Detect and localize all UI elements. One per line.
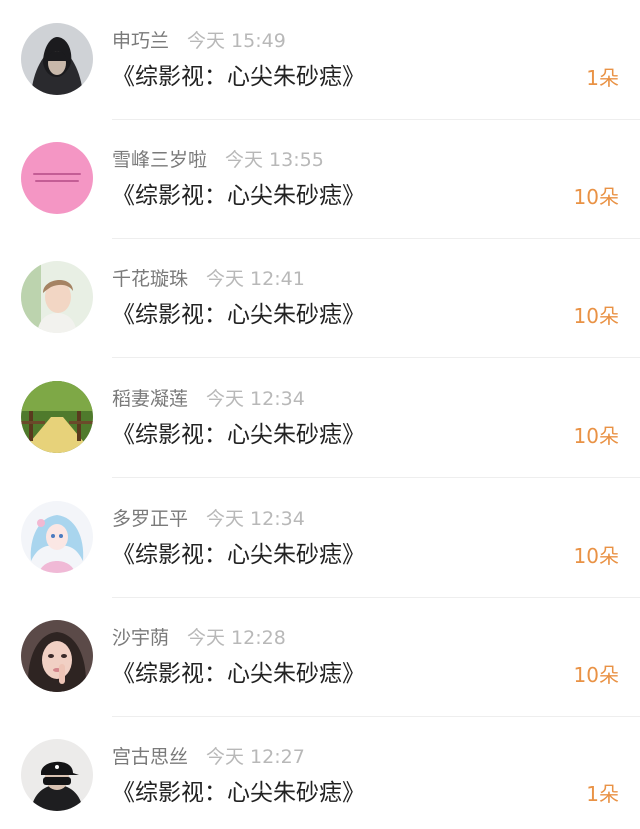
timestamp: 今天 12:34 bbox=[206, 388, 305, 410]
timestamp: 今天 12:28 bbox=[187, 627, 286, 649]
gift-record-list: 申巧兰 今天 15:49 《综影视：心尖朱砂痣》 1朵 雪峰三岁啦 今天 13:55… bbox=[0, 0, 640, 829]
book-title[interactable]: 《综影视：心尖朱砂痣》 bbox=[112, 60, 365, 94]
list-item[interactable]: 雪峰三岁啦 今天 13:55 《综影视：心尖朱砂痣》 10朵 bbox=[0, 119, 640, 239]
username[interactable]: 宫古思丝 bbox=[112, 746, 188, 768]
list-item[interactable]: 沙宇荫 今天 12:28 《综影视：心尖朱砂痣》 10朵 bbox=[0, 597, 640, 717]
gift-count: 1朵 bbox=[586, 782, 619, 806]
book-title[interactable]: 《综影视：心尖朱砂痣》 bbox=[112, 179, 365, 213]
list-item[interactable]: 稻妻凝莲 今天 12:34 《综影视：心尖朱砂痣》 10朵 bbox=[0, 358, 640, 478]
avatar-hooded-figure bbox=[21, 23, 93, 95]
timestamp: 今天 13:55 bbox=[225, 149, 324, 171]
avatar-pink-text-card bbox=[21, 142, 93, 214]
username[interactable]: 沙宇荫 bbox=[112, 627, 169, 649]
username[interactable]: 多罗正平 bbox=[112, 508, 188, 530]
username[interactable]: 雪峰三岁啦 bbox=[112, 149, 207, 171]
item-meta: 千花璇珠 今天 12:41 bbox=[112, 266, 305, 292]
item-meta: 宫古思丝 今天 12:27 bbox=[112, 744, 305, 770]
book-title[interactable]: 《综影视：心尖朱砂痣》 bbox=[112, 298, 365, 332]
book-title[interactable]: 《综影视：心尖朱砂痣》 bbox=[112, 657, 365, 691]
item-meta: 雪峰三岁啦 今天 13:55 bbox=[112, 147, 324, 173]
gift-count: 10朵 bbox=[573, 663, 619, 687]
avatar-girl-selfie bbox=[21, 620, 93, 692]
username[interactable]: 申巧兰 bbox=[112, 30, 169, 52]
avatar-cap-figure bbox=[21, 739, 93, 811]
user-avatar[interactable] bbox=[21, 261, 93, 333]
gift-count: 1朵 bbox=[586, 66, 619, 90]
list-item[interactable]: 多罗正平 今天 12:34 《综影视：心尖朱砂痣》 10朵 bbox=[0, 478, 640, 598]
username[interactable]: 稻妻凝莲 bbox=[112, 388, 188, 410]
book-title[interactable]: 《综影视：心尖朱砂痣》 bbox=[112, 538, 365, 572]
timestamp: 今天 15:49 bbox=[187, 30, 286, 52]
timestamp: 今天 12:41 bbox=[206, 268, 305, 290]
list-item[interactable]: 千花璇珠 今天 12:41 《综影视：心尖朱砂痣》 10朵 bbox=[0, 238, 640, 358]
item-meta: 申巧兰 今天 15:49 bbox=[112, 28, 286, 54]
user-avatar[interactable] bbox=[21, 142, 93, 214]
avatar-anime-girl bbox=[21, 501, 93, 573]
user-avatar[interactable] bbox=[21, 381, 93, 453]
book-title[interactable]: 《综影视：心尖朱砂痣》 bbox=[112, 418, 365, 452]
gift-count: 10朵 bbox=[573, 185, 619, 209]
timestamp: 今天 12:27 bbox=[206, 746, 305, 768]
username[interactable]: 千花璇珠 bbox=[112, 268, 188, 290]
gift-count: 10朵 bbox=[573, 304, 619, 328]
gift-count: 10朵 bbox=[573, 544, 619, 568]
avatar-forest-path bbox=[21, 381, 93, 453]
avatar-young-man bbox=[21, 261, 93, 333]
timestamp: 今天 12:34 bbox=[206, 508, 305, 530]
item-meta: 稻妻凝莲 今天 12:34 bbox=[112, 386, 305, 412]
user-avatar[interactable] bbox=[21, 739, 93, 811]
list-item[interactable]: 申巧兰 今天 15:49 《综影视：心尖朱砂痣》 1朵 bbox=[0, 0, 640, 120]
user-avatar[interactable] bbox=[21, 23, 93, 95]
list-item[interactable]: 宫古思丝 今天 12:27 《综影视：心尖朱砂痣》 1朵 bbox=[0, 716, 640, 829]
item-meta: 多罗正平 今天 12:34 bbox=[112, 506, 305, 532]
gift-count: 10朵 bbox=[573, 424, 619, 448]
book-title[interactable]: 《综影视：心尖朱砂痣》 bbox=[112, 776, 365, 810]
item-meta: 沙宇荫 今天 12:28 bbox=[112, 625, 286, 651]
user-avatar[interactable] bbox=[21, 620, 93, 692]
user-avatar[interactable] bbox=[21, 501, 93, 573]
